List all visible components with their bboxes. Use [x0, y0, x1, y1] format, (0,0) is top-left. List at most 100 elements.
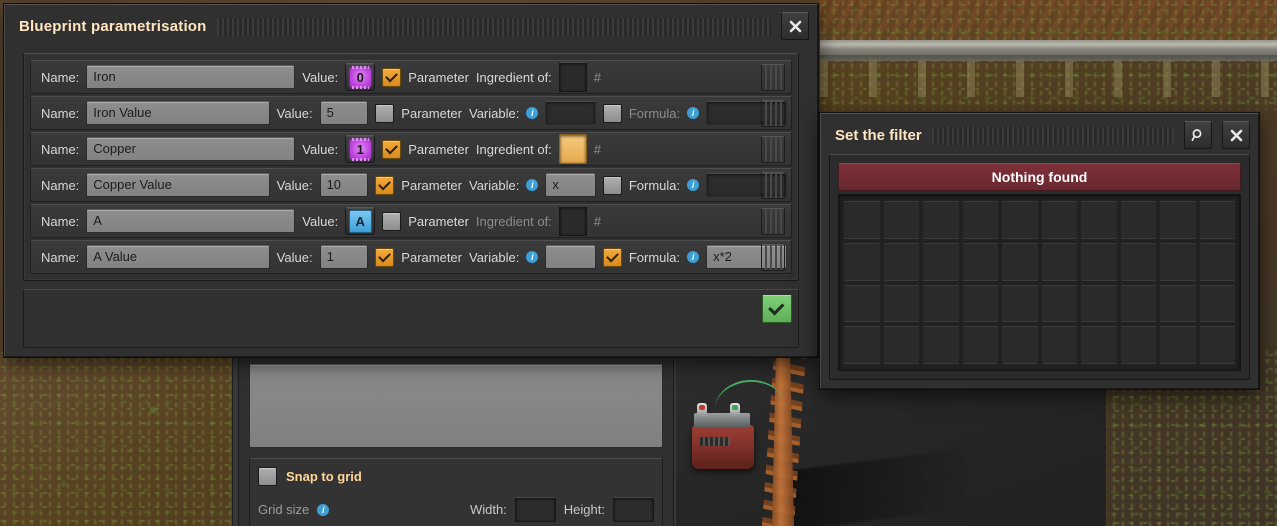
filter-slot[interactable] — [883, 284, 919, 323]
filter-slot[interactable] — [923, 326, 959, 364]
filter-slot[interactable] — [1199, 326, 1235, 364]
filter-slot[interactable] — [1199, 242, 1235, 281]
parameter-chip-slot[interactable]: 0 — [345, 63, 376, 91]
ingredient-of-slot[interactable] — [558, 206, 587, 236]
name-input[interactable]: A Value — [86, 245, 270, 269]
filter-slot[interactable] — [1002, 326, 1038, 364]
machine-connector-red — [697, 403, 707, 417]
snap-to-grid-checkbox[interactable] — [258, 467, 277, 486]
filter-slot[interactable] — [844, 326, 880, 364]
parameter-checkbox[interactable] — [375, 247, 395, 267]
parameter-row: Name: Iron Value Value: 5 Parameter Variable:… — [30, 96, 792, 130]
name-input[interactable]: A — [86, 209, 296, 233]
info-icon[interactable]: i — [526, 107, 539, 119]
height-input[interactable] — [613, 497, 654, 522]
row-drag-handle[interactable] — [761, 100, 785, 127]
parameter-checkbox[interactable] — [382, 67, 402, 87]
window-drag-handle[interactable] — [216, 18, 771, 36]
filter-close-icon[interactable] — [1222, 121, 1250, 149]
filter-slot[interactable] — [1081, 326, 1117, 364]
filter-slot[interactable] — [923, 284, 959, 323]
filter-slot[interactable] — [1160, 326, 1196, 364]
filter-slot[interactable] — [962, 242, 998, 281]
value-input[interactable]: 10 — [319, 173, 369, 197]
parameter-checkbox[interactable] — [382, 139, 402, 159]
filter-slot[interactable] — [923, 201, 959, 239]
filter-slot[interactable] — [1120, 242, 1156, 281]
parameter-checkbox[interactable] — [382, 211, 402, 231]
filter-slot[interactable] — [1160, 242, 1196, 281]
filter-slot[interactable] — [962, 326, 998, 364]
close-icon[interactable] — [781, 12, 809, 40]
filter-slot[interactable] — [1081, 284, 1117, 323]
filter-slot[interactable] — [883, 326, 919, 364]
filter-slot[interactable] — [962, 201, 998, 239]
row-drag-handle[interactable] — [761, 172, 785, 199]
machine-entity — [692, 425, 754, 469]
variable-input[interactable] — [545, 245, 596, 269]
name-input[interactable]: Iron — [86, 65, 296, 89]
width-label: Width: — [469, 502, 507, 517]
filter-slot[interactable] — [1041, 326, 1077, 364]
filter-slot[interactable] — [923, 242, 959, 281]
variable-input[interactable]: x — [545, 173, 596, 197]
filter-slot[interactable] — [1041, 242, 1077, 281]
formula-checkbox[interactable] — [602, 175, 622, 195]
ingredient-of-label: Ingredient of: — [475, 69, 552, 85]
filter-slot[interactable] — [883, 201, 919, 239]
filter-slot[interactable] — [883, 242, 919, 281]
ingredient-of-slot[interactable] — [558, 62, 587, 92]
info-icon[interactable]: i — [687, 251, 700, 263]
filter-slot[interactable] — [1199, 284, 1235, 323]
filter-slot[interactable] — [1199, 201, 1235, 239]
row-drag-handle[interactable] — [761, 244, 785, 271]
filter-slot[interactable] — [1002, 242, 1038, 281]
row-drag-handle[interactable] — [761, 208, 785, 235]
variable-label: Variable: — [469, 177, 520, 193]
info-icon[interactable]: i — [526, 179, 539, 191]
filter-slot[interactable] — [1081, 242, 1117, 281]
formula-checkbox[interactable] — [602, 103, 622, 123]
filter-slot[interactable] — [1160, 201, 1196, 239]
parameter-row: Name: A Value: A Parameter Ingredient of: # — [30, 204, 792, 238]
info-icon[interactable]: i — [317, 503, 330, 516]
confirm-button[interactable] — [762, 295, 792, 323]
filter-slot[interactable] — [1120, 326, 1156, 364]
width-input[interactable] — [514, 497, 556, 522]
value-input[interactable]: 5 — [319, 101, 369, 125]
filter-slot[interactable] — [1081, 201, 1117, 239]
variable-input[interactable] — [545, 101, 596, 125]
value-input[interactable]: 1 — [319, 245, 369, 269]
parameter-checkbox[interactable] — [375, 103, 395, 123]
parameter-chip-icon: 0 — [349, 65, 371, 89]
filter-slot[interactable] — [962, 284, 998, 323]
blueprint-preview-box[interactable] — [249, 364, 663, 448]
parameter-rows-list: Name: Iron Value: 0 Parameter Ingredient of: #… — [23, 53, 799, 281]
info-icon[interactable]: i — [526, 251, 539, 263]
filter-slot[interactable] — [1041, 284, 1077, 323]
info-icon[interactable]: i — [687, 107, 700, 119]
filter-window-drag-handle[interactable] — [931, 127, 1174, 145]
parameter-chip-slot[interactable]: 1 — [345, 135, 376, 163]
filter-slot[interactable] — [1120, 201, 1156, 239]
formula-checkbox[interactable] — [602, 247, 622, 267]
signal-slot[interactable]: A — [345, 207, 376, 235]
parameter-checkbox[interactable] — [375, 175, 395, 195]
filter-slot[interactable] — [1160, 284, 1196, 323]
filter-slot[interactable] — [1120, 284, 1156, 323]
info-icon[interactable]: i — [687, 179, 700, 191]
filter-slot[interactable] — [1002, 284, 1038, 323]
filter-slot[interactable] — [1002, 201, 1038, 239]
filter-slot[interactable] — [844, 201, 880, 239]
filter-slot[interactable] — [844, 242, 880, 281]
name-input[interactable]: Copper — [86, 137, 296, 161]
parameter-row: Name: Copper Value Value: 10 Parameter Variab… — [30, 168, 792, 202]
name-input[interactable]: Copper Value — [86, 173, 270, 197]
ingredient-of-slot[interactable] — [558, 134, 587, 164]
row-drag-handle[interactable] — [761, 64, 785, 91]
row-drag-handle[interactable] — [761, 136, 785, 163]
name-input[interactable]: Iron Value — [86, 101, 270, 125]
filter-slot[interactable] — [1041, 201, 1077, 239]
search-icon[interactable] — [1184, 121, 1212, 149]
filter-slot[interactable] — [844, 284, 880, 323]
